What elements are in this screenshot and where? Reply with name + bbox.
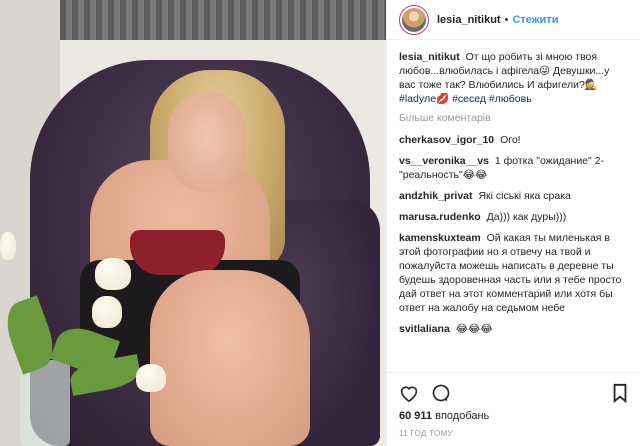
comment: kamenskuxteam Ой какая ты миленькая в эт… [399,231,628,315]
caption-username[interactable]: lesia_nitikut [399,51,460,63]
comment-username[interactable]: andzhik_privat [399,190,473,202]
avatar-image [402,7,426,32]
comment-username[interactable]: kamenskuxteam [399,232,481,244]
caption: lesia_nitikut От що робить зі мною твоя … [399,50,628,106]
comment-username[interactable]: marusa.rudenko [399,211,481,223]
comments-section: lesia_nitikut От що робить зі мною твоя … [387,40,640,372]
post-sidebar: lesia_nitikut • Стежити lesia_nitikut От… [386,0,640,446]
post-timestamp[interactable]: 11 ГОД ТОМУ [399,429,628,438]
comment: cherkasov_igor_10 Ого! [399,133,628,147]
comment: vs__veronika__vs 1 фотка "ожидание" 2- "… [399,154,628,182]
header-separator: • [504,13,509,26]
photo-tulip [0,232,16,260]
action-icons [399,381,628,405]
post-header: lesia_nitikut • Стежити [387,0,640,40]
hashtag-link[interactable]: #сесед [452,93,486,105]
comment-text: 😂😂😂 [455,323,493,335]
likes-label: вподобань [435,410,490,422]
comment: svitlaliana 😂😂😂 [399,322,628,336]
header-username[interactable]: lesia_nitikut [437,14,501,26]
photo-face [168,92,246,192]
comment: marusa.rudenko Да))) как дуры))) [399,210,628,224]
bookmark-icon[interactable] [612,383,628,403]
photo-legs [150,270,310,446]
photo-tulip [92,296,122,328]
load-more-comments[interactable]: Більше коментарів [399,112,628,124]
likes-number: 60 911 [399,410,433,422]
comment-text: Да))) как дуры))) [486,211,567,223]
avatar[interactable] [399,4,429,35]
comment-username[interactable]: svitlaliana [399,323,450,335]
heart-icon[interactable] [399,384,419,402]
comment-text: Які сіські яка срака [478,190,571,202]
comment-text: Ого! [500,134,521,146]
photo-tulip [95,258,131,290]
comment-username[interactable]: cherkasov_igor_10 [399,134,494,146]
comment-icon[interactable] [431,383,451,403]
hashtag-link[interactable]: #любовь [489,93,532,105]
comment: andzhik_privat Які сіські яка срака [399,189,628,203]
likes-count[interactable]: 60 911 вподобань [399,410,628,422]
post-actions: 60 911 вподобань 11 ГОД ТОМУ [387,372,640,446]
comment-username[interactable]: vs__veronika__vs [399,155,489,167]
post-photo[interactable] [0,0,386,446]
follow-button[interactable]: Стежити [512,14,558,26]
photo-lingerie [130,230,225,275]
comment-text: Ой какая ты миленькая в этой фотографии … [399,232,622,314]
photo-tulip [136,364,166,392]
hashtag-link[interactable]: #ladyле💋 [399,93,449,105]
instagram-post: lesia_nitikut • Стежити lesia_nitikut От… [0,0,640,446]
